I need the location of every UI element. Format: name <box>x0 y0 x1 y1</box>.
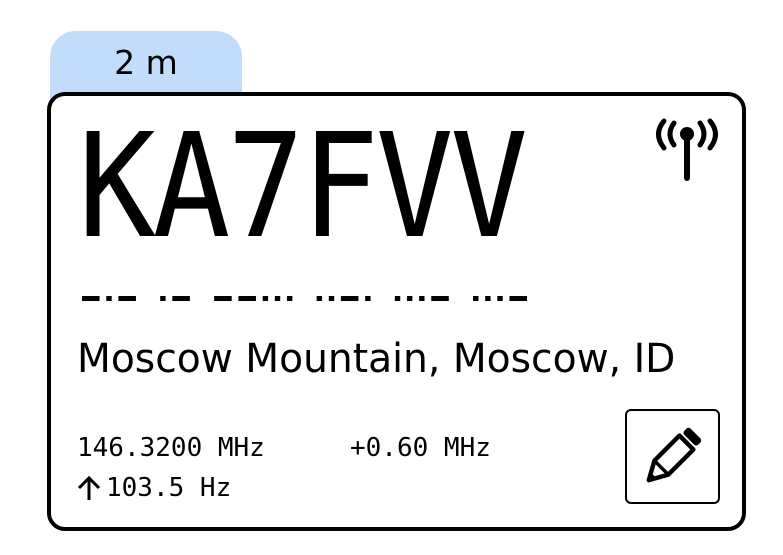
morse-dot <box>419 296 425 301</box>
morse-dot <box>485 296 491 301</box>
morse-dash <box>214 296 232 301</box>
antenna-broadcast-icon <box>656 118 718 181</box>
morse-dash <box>431 296 449 301</box>
frequency: 146.3200 MHz <box>77 433 265 463</box>
edit-button[interactable] <box>625 409 720 504</box>
morse-dot <box>274 296 281 301</box>
morse-dash <box>238 296 256 301</box>
morse-dot <box>262 296 269 301</box>
pencil-icon <box>646 427 702 483</box>
morse-dot <box>328 296 335 301</box>
morse-code <box>82 296 527 301</box>
morse-dot <box>497 296 503 301</box>
morse-dot <box>160 296 166 301</box>
offset: +0.60 MHz <box>350 433 491 463</box>
morse-dash <box>340 296 359 301</box>
location: Moscow Mountain, Moscow, ID <box>77 336 676 382</box>
morse-dot <box>406 296 413 301</box>
morse-dot <box>316 296 323 301</box>
morse-dot <box>106 296 112 301</box>
morse-dot <box>394 296 401 301</box>
morse-dash <box>82 296 100 301</box>
morse-dash <box>509 296 527 301</box>
arrow-up-icon <box>77 475 101 500</box>
tone: 103.5 Hz <box>106 473 232 503</box>
morse-dash <box>118 296 136 301</box>
morse-dash <box>172 296 190 301</box>
band-label: 2 m <box>114 43 178 82</box>
morse-dot <box>473 296 479 301</box>
morse-dot <box>365 296 371 301</box>
morse-dot <box>286 296 293 301</box>
callsign: KA7FVV <box>78 102 528 270</box>
repeater-card: KA7FVV Moscow Mountain, Moscow, ID 146.3… <box>47 92 746 531</box>
